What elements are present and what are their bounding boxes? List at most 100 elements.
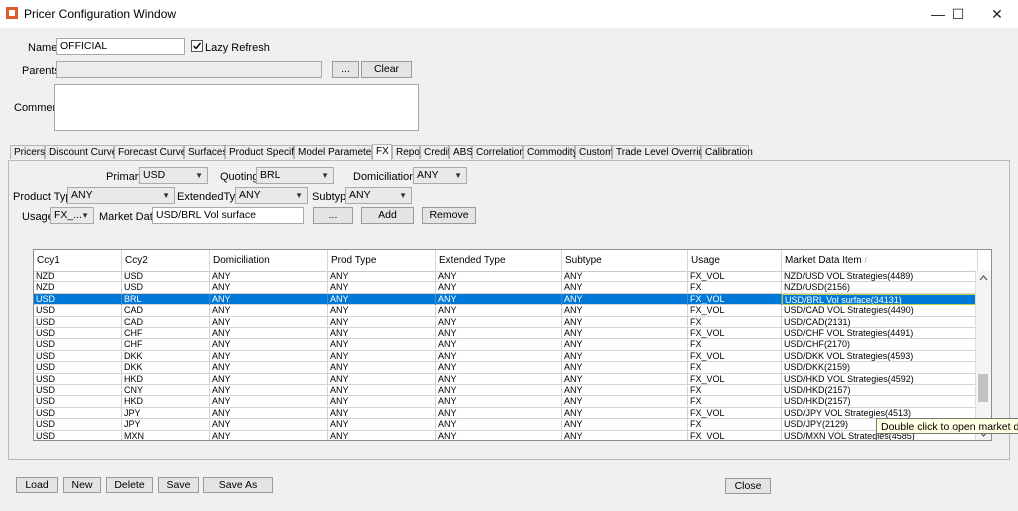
cell-extended-type[interactable]: ANY — [436, 328, 562, 339]
cell-domiciliation[interactable]: ANY — [210, 419, 328, 431]
name-field[interactable]: OFFICIAL — [56, 38, 185, 55]
cell-ccy1[interactable]: USD — [34, 407, 122, 419]
cell-domiciliation[interactable]: ANY — [210, 385, 328, 396]
cell-market-data-item[interactable]: NZD/USD VOL Strategies(4489) — [782, 271, 978, 282]
cell-prod-type[interactable]: ANY — [328, 373, 436, 385]
cell-usage[interactable]: FX — [688, 385, 782, 396]
cell-ccy1[interactable]: USD — [34, 293, 122, 305]
cell-usage[interactable]: FX — [688, 362, 782, 374]
cell-prod-type[interactable]: ANY — [328, 385, 436, 396]
tab-product-specific[interactable]: Product Specific — [225, 145, 301, 159]
table-row[interactable]: USD DKK ANY ANY ANY ANY FX_VOL USD/DKK VOL Stra… — [34, 350, 978, 363]
table-row[interactable]: USD HKD ANY ANY ANY ANY FX USD/HKD(2157) — [34, 396, 978, 408]
cell-usage[interactable]: FX — [688, 396, 782, 408]
tab-discount-curves[interactable]: Discount Curves — [45, 145, 122, 159]
cell-ccy1[interactable]: USD — [34, 316, 122, 328]
cell-ccy1[interactable]: USD — [34, 362, 122, 374]
column-header-domiciliation[interactable]: Domiciliation — [210, 250, 328, 271]
cell-extended-type[interactable]: ANY — [436, 293, 562, 305]
cell-domiciliation[interactable]: ANY — [210, 293, 328, 305]
cell-usage[interactable]: FX — [688, 419, 782, 431]
table-row[interactable]: NZD USD ANY ANY ANY ANY FX_VOL NZD/USD VOL Stra… — [34, 271, 978, 283]
cell-ccy2[interactable]: CAD — [122, 305, 210, 317]
cell-usage[interactable]: FX_VOL — [688, 271, 782, 282]
cell-usage[interactable]: FX — [688, 339, 782, 351]
scrollbar-thumb[interactable] — [978, 374, 988, 402]
cell-extended-type[interactable]: ANY — [436, 339, 562, 351]
remove-button[interactable]: Remove — [422, 207, 476, 224]
cell-domiciliation[interactable]: ANY — [210, 350, 328, 362]
cell-ccy2[interactable]: MXN — [122, 430, 210, 440]
cell-domiciliation[interactable]: ANY — [210, 396, 328, 408]
tab-surfaces[interactable]: Surfaces — [184, 145, 227, 159]
cell-ccy1[interactable]: NZD — [34, 282, 122, 294]
maximize-button[interactable]: ☐ — [938, 0, 978, 28]
cell-domiciliation[interactable]: ANY — [210, 373, 328, 385]
cell-ccy2[interactable]: HKD — [122, 373, 210, 385]
cell-domiciliation[interactable]: ANY — [210, 305, 328, 317]
cell-subtype[interactable]: ANY — [562, 419, 688, 431]
cell-market-data-item[interactable]: USD/CHF(2170) — [782, 339, 978, 351]
table-row[interactable]: USD JPY ANY ANY ANY ANY FX_VOL USD/JPY VOL Stra… — [34, 407, 978, 420]
cell-subtype[interactable]: ANY — [562, 362, 688, 374]
cell-ccy1[interactable]: USD — [34, 305, 122, 317]
market-data-field[interactable]: USD/BRL Vol surface — [152, 207, 304, 224]
cell-prod-type[interactable]: ANY — [328, 350, 436, 362]
tab-trade-level-override[interactable]: Trade Level Override — [612, 145, 710, 159]
cell-ccy2[interactable]: USD — [122, 282, 210, 294]
product-type-combo[interactable]: ANY ▼ — [67, 187, 175, 204]
cell-ccy1[interactable]: USD — [34, 339, 122, 351]
cell-domiciliation[interactable]: ANY — [210, 430, 328, 440]
cell-prod-type[interactable]: ANY — [328, 328, 436, 339]
cell-prod-type[interactable]: ANY — [328, 316, 436, 328]
cell-extended-type[interactable]: ANY — [436, 305, 562, 317]
load-button[interactable]: Load — [16, 477, 58, 493]
cell-prod-type[interactable]: ANY — [328, 305, 436, 317]
cell-domiciliation[interactable]: ANY — [210, 339, 328, 351]
table-row[interactable]: USD MXN ANY ANY ANY ANY FX_VOL USD/MXN VOL Stra… — [34, 430, 978, 440]
cell-usage[interactable]: FX_VOL — [688, 430, 782, 440]
cell-subtype[interactable]: ANY — [562, 407, 688, 419]
cell-prod-type[interactable]: ANY — [328, 396, 436, 408]
cell-prod-type[interactable]: ANY — [328, 430, 436, 440]
cell-ccy2[interactable]: CAD — [122, 316, 210, 328]
scroll-up-icon[interactable] — [979, 275, 988, 281]
cell-market-data-item[interactable]: USD/DKK(2159) — [782, 362, 978, 374]
cell-market-data-item[interactable]: USD/CAD(2131) — [782, 316, 978, 328]
cell-market-data-item[interactable]: NZD/USD(2156) — [782, 282, 978, 294]
cell-ccy1[interactable]: USD — [34, 373, 122, 385]
cell-ccy1[interactable]: USD — [34, 396, 122, 408]
save-button[interactable]: Save — [158, 477, 199, 493]
column-header-ccy1[interactable]: Ccy1 — [34, 250, 122, 271]
cell-extended-type[interactable]: ANY — [436, 282, 562, 294]
cell-market-data-item[interactable]: USD/DKK VOL Strategies(4593) — [782, 350, 978, 362]
primary-combo[interactable]: USD ▼ — [139, 167, 208, 184]
cell-ccy2[interactable]: JPY — [122, 407, 210, 419]
table-row[interactable]: USD CNY ANY ANY ANY ANY FX USD/HKD(2157) — [34, 385, 978, 397]
quoting-combo[interactable]: BRL ▼ — [256, 167, 334, 184]
cell-ccy2[interactable]: CNY — [122, 385, 210, 396]
column-header-subtype[interactable]: Subtype — [562, 250, 688, 271]
tab-abs[interactable]: ABS — [449, 145, 473, 159]
table-row[interactable]: USD BRL ANY ANY ANY ANY FX_VOL USD/BRL Vol surf… — [34, 293, 978, 306]
cell-domiciliation[interactable]: ANY — [210, 362, 328, 374]
new-button[interactable]: New — [63, 477, 101, 493]
cell-subtype[interactable]: ANY — [562, 305, 688, 317]
cell-ccy2[interactable]: DKK — [122, 362, 210, 374]
cell-domiciliation[interactable]: ANY — [210, 328, 328, 339]
table-row[interactable]: USD CAD ANY ANY ANY ANY FX USD/CAD(2131) — [34, 316, 978, 328]
cell-prod-type[interactable]: ANY — [328, 293, 436, 305]
cell-usage[interactable]: FX_VOL — [688, 305, 782, 317]
cell-ccy1[interactable]: NZD — [34, 271, 122, 282]
cell-subtype[interactable]: ANY — [562, 350, 688, 362]
cell-domiciliation[interactable]: ANY — [210, 407, 328, 419]
cell-usage[interactable]: FX — [688, 282, 782, 294]
cell-ccy1[interactable]: USD — [34, 350, 122, 362]
table-row[interactable]: USD DKK ANY ANY ANY ANY FX USD/DKK(2159) — [34, 362, 978, 374]
cell-usage[interactable]: FX_VOL — [688, 328, 782, 339]
cell-extended-type[interactable]: ANY — [436, 350, 562, 362]
cell-extended-type[interactable]: ANY — [436, 385, 562, 396]
cell-extended-type[interactable]: ANY — [436, 316, 562, 328]
close-button[interactable]: Close — [725, 478, 771, 494]
add-button[interactable]: Add — [361, 207, 414, 224]
